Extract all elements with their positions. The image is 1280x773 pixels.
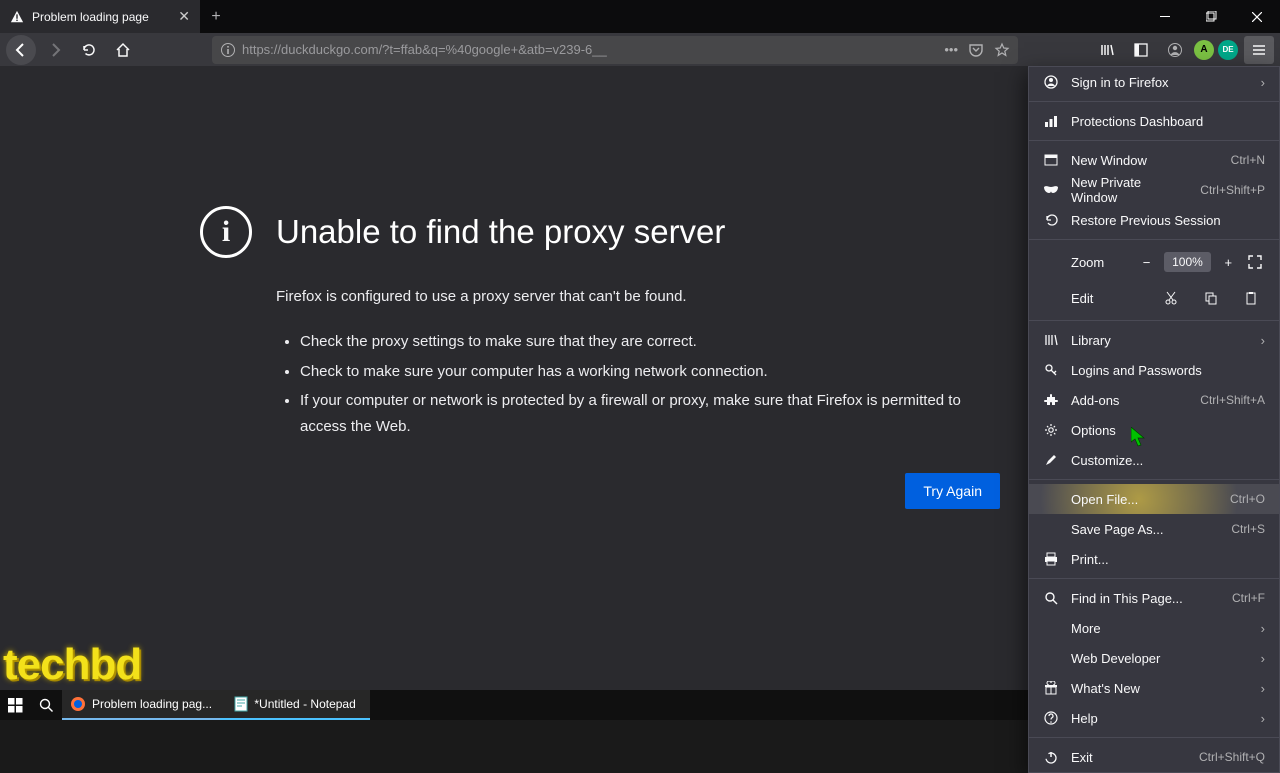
- info-icon[interactable]: [220, 42, 236, 58]
- menu-library[interactable]: Library ›: [1029, 325, 1279, 355]
- error-suggestions: Check the proxy settings to make sure th…: [300, 329, 1020, 439]
- minimize-button[interactable]: [1142, 0, 1188, 33]
- menu-logins[interactable]: Logins and Passwords: [1029, 355, 1279, 385]
- gift-icon: [1043, 680, 1059, 696]
- menu-web-developer[interactable]: Web Developer ›: [1029, 643, 1279, 673]
- app-menu-button[interactable]: [1244, 36, 1274, 64]
- reload-button[interactable]: [74, 36, 104, 64]
- print-icon: [1043, 551, 1059, 567]
- account-icon[interactable]: [1160, 36, 1190, 64]
- menu-options[interactable]: Options: [1029, 415, 1279, 445]
- menu-open-file[interactable]: Open File... Ctrl+O: [1029, 484, 1279, 514]
- try-again-button[interactable]: Try Again: [905, 473, 1000, 509]
- chevron-right-icon: ›: [1261, 333, 1265, 348]
- menu-exit[interactable]: Exit Ctrl+Shift+Q: [1029, 742, 1279, 772]
- start-button[interactable]: [0, 690, 31, 720]
- error-description: Firefox is configured to use a proxy ser…: [276, 288, 1020, 305]
- cut-button[interactable]: [1157, 285, 1185, 311]
- bookmark-star-icon[interactable]: [994, 42, 1010, 58]
- back-button[interactable]: [6, 35, 36, 65]
- mask-icon: [1043, 182, 1059, 198]
- url-bar[interactable]: https://duckduckgo.com/?t=ffab&q=%40goog…: [212, 36, 1018, 64]
- watermark: techbd: [3, 640, 141, 690]
- menu-zoom-row: Zoom − 100% +: [1029, 244, 1279, 280]
- account-icon: [1043, 74, 1059, 90]
- chevron-right-icon: ›: [1261, 621, 1265, 636]
- firefox-icon: [70, 696, 86, 712]
- home-button[interactable]: [108, 36, 138, 64]
- pocket-icon[interactable]: [968, 42, 984, 58]
- extension-badge-a[interactable]: A: [1194, 40, 1214, 60]
- menu-restore-session[interactable]: Restore Previous Session: [1029, 205, 1279, 235]
- error-info-icon: i: [200, 206, 252, 258]
- menu-whats-new[interactable]: What's New ›: [1029, 673, 1279, 703]
- tab-close-icon[interactable]: ✕: [178, 8, 190, 25]
- browser-toolbar: https://duckduckgo.com/?t=ffab&q=%40goog…: [0, 33, 1280, 66]
- chevron-right-icon: ›: [1261, 681, 1265, 696]
- zoom-level[interactable]: 100%: [1164, 252, 1211, 272]
- key-icon: [1043, 362, 1059, 378]
- power-icon: [1043, 749, 1059, 765]
- browser-titlebar: Problem loading page ✕ +: [0, 0, 1280, 33]
- copy-button[interactable]: [1197, 285, 1225, 311]
- menu-save-page[interactable]: Save Page As... Ctrl+S: [1029, 514, 1279, 544]
- gear-icon: [1043, 422, 1059, 438]
- browser-tab[interactable]: Problem loading page ✕: [0, 0, 200, 33]
- taskbar-notepad[interactable]: *Untitled - Notepad: [220, 690, 370, 720]
- maximize-button[interactable]: [1188, 0, 1234, 33]
- menu-new-window[interactable]: New Window Ctrl+N: [1029, 145, 1279, 175]
- menu-addons[interactable]: Add-ons Ctrl+Shift+A: [1029, 385, 1279, 415]
- menu-edit-row: Edit: [1029, 280, 1279, 316]
- puzzle-icon: [1043, 392, 1059, 408]
- window-icon: [1043, 152, 1059, 168]
- error-bullet: Check to make sure your computer has a w…: [300, 359, 1000, 385]
- menu-protections[interactable]: Protections Dashboard: [1029, 106, 1279, 136]
- error-bullet: If your computer or network is protected…: [300, 388, 1000, 439]
- extension-badge-b[interactable]: DE: [1218, 40, 1238, 60]
- library-icon: [1043, 332, 1059, 348]
- tab-title: Problem loading page: [32, 10, 149, 24]
- app-menu: Sign in to Firefox › Protections Dashboa…: [1028, 66, 1280, 773]
- help-icon: [1043, 710, 1059, 726]
- notepad-icon: [234, 696, 248, 712]
- error-title: Unable to find the proxy server: [276, 213, 725, 251]
- error-bullet: Check the proxy settings to make sure th…: [300, 329, 1000, 355]
- url-text: https://duckduckgo.com/?t=ffab&q=%40goog…: [242, 42, 938, 57]
- menu-customize[interactable]: Customize...: [1029, 445, 1279, 475]
- menu-sign-in[interactable]: Sign in to Firefox ›: [1029, 67, 1279, 97]
- forward-button[interactable]: [40, 36, 70, 64]
- menu-help[interactable]: Help ›: [1029, 703, 1279, 733]
- chevron-right-icon: ›: [1261, 651, 1265, 666]
- search-button[interactable]: [31, 690, 62, 720]
- page-actions-icon[interactable]: •••: [944, 42, 958, 57]
- menu-private-window[interactable]: New Private Window Ctrl+Shift+P: [1029, 175, 1279, 205]
- fullscreen-button[interactable]: [1246, 249, 1265, 275]
- restore-icon: [1043, 212, 1059, 228]
- paste-button[interactable]: [1237, 285, 1265, 311]
- taskbar-firefox[interactable]: Problem loading pag...: [62, 690, 220, 720]
- window-controls: [1142, 0, 1280, 33]
- menu-more[interactable]: More ›: [1029, 613, 1279, 643]
- warning-icon: [10, 10, 24, 24]
- menu-print[interactable]: Print...: [1029, 544, 1279, 574]
- zoom-out-button[interactable]: −: [1137, 249, 1156, 275]
- menu-find[interactable]: Find in This Page... Ctrl+F: [1029, 583, 1279, 613]
- chevron-right-icon: ›: [1261, 75, 1265, 90]
- new-tab-button[interactable]: +: [200, 0, 232, 33]
- library-icon[interactable]: [1092, 36, 1122, 64]
- sidebar-icon[interactable]: [1126, 36, 1156, 64]
- zoom-in-button[interactable]: +: [1219, 249, 1238, 275]
- search-icon: [1043, 590, 1059, 606]
- brush-icon: [1043, 452, 1059, 468]
- dashboard-icon: [1043, 113, 1059, 129]
- close-button[interactable]: [1234, 0, 1280, 33]
- chevron-right-icon: ›: [1261, 711, 1265, 726]
